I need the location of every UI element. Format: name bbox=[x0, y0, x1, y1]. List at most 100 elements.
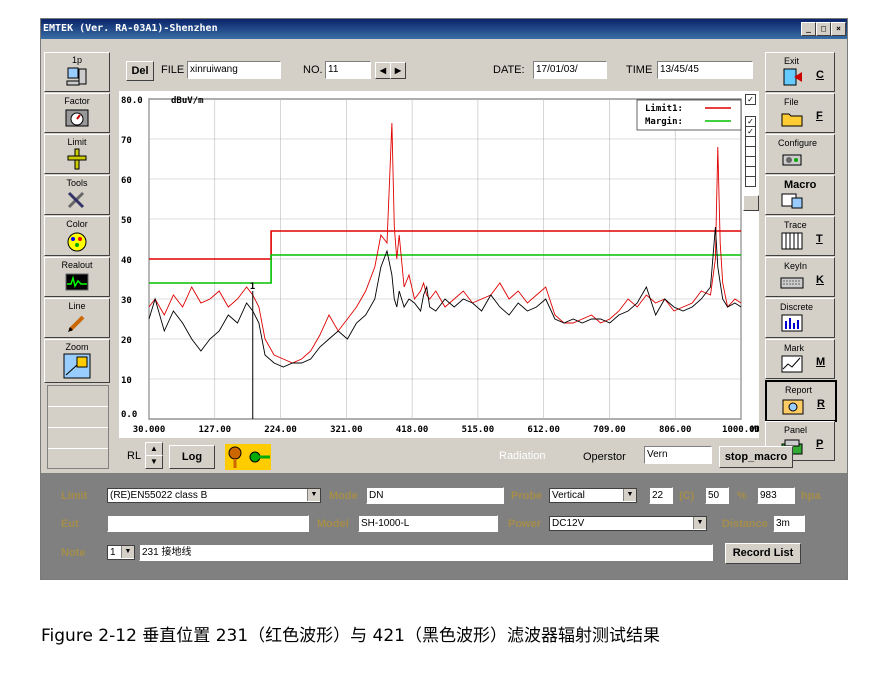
stop-macro-button[interactable]: stop_macro bbox=[719, 446, 793, 468]
trace-button[interactable]: Trace T bbox=[765, 216, 835, 256]
y-tick-label: 40 bbox=[121, 256, 132, 266]
note-field[interactable]: 231 接地线 bbox=[139, 544, 713, 561]
discrete-button[interactable]: Discrete bbox=[765, 298, 835, 338]
toolbar-button-limit[interactable]: Limit bbox=[44, 134, 110, 174]
probe-select-value: Vertical bbox=[552, 490, 585, 501]
toolbar-label: Line bbox=[68, 301, 86, 311]
operator-field[interactable]: Vern bbox=[644, 446, 712, 464]
chevron-down-icon[interactable]: ▼ bbox=[693, 517, 706, 529]
operator-label: Operstor bbox=[583, 451, 626, 463]
y-tick-label: 10 bbox=[121, 376, 132, 386]
toolbar-label: File bbox=[784, 97, 799, 107]
close-button[interactable]: × bbox=[831, 22, 846, 36]
title-bar: EMTEK (Ver. RA-03A1)-Shenzhen _ □ × bbox=[41, 19, 847, 39]
toolbar-button-line[interactable]: Line bbox=[44, 298, 110, 338]
chevron-down-icon[interactable]: ▼ bbox=[121, 546, 134, 558]
file-button[interactable]: File F bbox=[765, 93, 835, 133]
checkbox-7[interactable] bbox=[745, 176, 756, 187]
probe-select[interactable]: Vertical ▼ bbox=[549, 488, 637, 503]
humidity-unit: % bbox=[737, 490, 747, 502]
spectrum-chart: 80.0 70 60 50 40 30 20 10 0.0 dBuV/m 30.000 127.00 2… bbox=[121, 96, 767, 435]
maximize-button[interactable]: □ bbox=[816, 22, 831, 36]
y-tick-label: 30 bbox=[121, 296, 132, 306]
y-tick-label: 70 bbox=[121, 136, 132, 146]
x-tick-label: 418.00 bbox=[396, 425, 429, 435]
pressure-unit: hpa bbox=[801, 490, 821, 502]
tools-icon bbox=[67, 191, 85, 209]
record-list-button[interactable]: Record List bbox=[725, 543, 801, 564]
temperature-field[interactable]: 22 bbox=[649, 487, 673, 504]
mark-button[interactable]: Mark M bbox=[765, 339, 835, 379]
toolbar-button-1p[interactable]: 1p bbox=[44, 52, 110, 92]
mark-icon bbox=[781, 355, 803, 373]
log-button[interactable]: Log bbox=[169, 445, 215, 469]
x-tick-label: 30.000 bbox=[133, 425, 166, 435]
limit-label: Limit bbox=[61, 490, 88, 502]
gauge-icon bbox=[65, 109, 89, 127]
settings-panel: Limit (RE)EN55022 class B ▼ Mode DN Probe… bbox=[41, 473, 847, 579]
small-square-button[interactable] bbox=[743, 195, 759, 211]
toolbar-label: Factor bbox=[64, 96, 90, 106]
distance-field[interactable]: 3m bbox=[773, 515, 805, 532]
eut-field[interactable] bbox=[107, 515, 309, 532]
exit-button[interactable]: Exit C bbox=[765, 52, 835, 92]
time-field[interactable]: 13/45/45 bbox=[657, 61, 753, 79]
plot-control-bar: RL ▲ ▼ Log Radiation Operstor Vern stop_… bbox=[121, 440, 793, 472]
shortcut-key: T bbox=[816, 233, 823, 245]
toolbar-button-zoom[interactable]: Zoom bbox=[44, 339, 110, 383]
power-select-value: DC12V bbox=[552, 518, 585, 529]
mode-field[interactable]: DN bbox=[366, 487, 504, 504]
x-axis-label: MHz bbox=[751, 425, 759, 435]
next-arrow-button[interactable]: ▶ bbox=[390, 62, 406, 79]
file-name-field[interactable]: xinruiwang bbox=[187, 61, 281, 79]
y-tick-label: 50 bbox=[121, 216, 132, 226]
minimize-button[interactable]: _ bbox=[801, 22, 816, 36]
key-icon[interactable] bbox=[225, 444, 271, 470]
note-index-select[interactable]: 1 ▼ bbox=[107, 545, 135, 560]
trace-icon bbox=[781, 232, 803, 250]
del-button[interactable]: Del bbox=[126, 61, 154, 81]
toolbar-button-realout[interactable]: Realout bbox=[44, 257, 110, 297]
configure-icon bbox=[782, 154, 802, 166]
toolbar-button-color[interactable]: Color bbox=[44, 216, 110, 256]
note-label: Note bbox=[61, 547, 86, 559]
pressure-field[interactable]: 983 bbox=[757, 487, 795, 504]
toolbar-label: 1p bbox=[71, 55, 82, 65]
shortcut-key: R bbox=[817, 398, 825, 410]
power-select[interactable]: DC12V ▼ bbox=[549, 516, 707, 531]
limit-select[interactable]: (RE)EN55022 class B ▼ bbox=[107, 488, 321, 503]
toolbar-empty-slots bbox=[47, 385, 109, 469]
exit-icon bbox=[783, 68, 802, 86]
rl-down-button[interactable]: ▼ bbox=[145, 455, 163, 469]
prev-arrow-button[interactable]: ◀ bbox=[375, 62, 391, 79]
macro-icon bbox=[781, 193, 803, 209]
toolbar-button-tools[interactable]: Tools bbox=[44, 175, 110, 215]
toolbar-button-factor[interactable]: Factor bbox=[44, 93, 110, 133]
x-tick-label: 321.00 bbox=[330, 425, 363, 435]
window-title: EMTEK (Ver. RA-03A1)-Shenzhen bbox=[43, 23, 218, 34]
shortcut-key: K bbox=[816, 274, 824, 286]
humidity-field[interactable]: 50 bbox=[705, 487, 729, 504]
toolbar-label: Trace bbox=[784, 220, 807, 230]
macro-button[interactable]: Macro bbox=[765, 175, 835, 215]
date-label: DATE: bbox=[493, 64, 525, 76]
keyin-button[interactable]: KeyIn K bbox=[765, 257, 835, 297]
date-field[interactable]: 17/01/03/ bbox=[533, 61, 607, 79]
model-field[interactable]: SH-1000-L bbox=[358, 515, 498, 532]
chevron-down-icon[interactable]: ▼ bbox=[623, 489, 636, 501]
checkbox-top[interactable]: ✓ bbox=[745, 94, 756, 105]
marker-label: 1 bbox=[250, 282, 255, 292]
rl-up-button[interactable]: ▲ bbox=[145, 442, 163, 456]
report-button[interactable]: Report R bbox=[765, 380, 837, 422]
configure-button[interactable]: Configure bbox=[765, 134, 835, 174]
right-toolbar: Exit C File F Configure Macro Trace T Ke… bbox=[765, 52, 841, 472]
chevron-down-icon[interactable]: ▼ bbox=[307, 489, 320, 501]
probe-label: Probe bbox=[511, 490, 543, 502]
figure-caption: Figure 2-12 垂直位置 231（红色波形）与 421（黑色波形）滤波器… bbox=[41, 626, 660, 646]
x-tick-label: 709.00 bbox=[593, 425, 626, 435]
no-field[interactable]: 11 bbox=[325, 61, 371, 79]
toolbar-label: KeyIn bbox=[784, 261, 808, 271]
toolbar-label: Discrete bbox=[780, 302, 814, 312]
distance-label: Distance bbox=[722, 518, 768, 530]
no-label: NO. bbox=[303, 64, 323, 76]
